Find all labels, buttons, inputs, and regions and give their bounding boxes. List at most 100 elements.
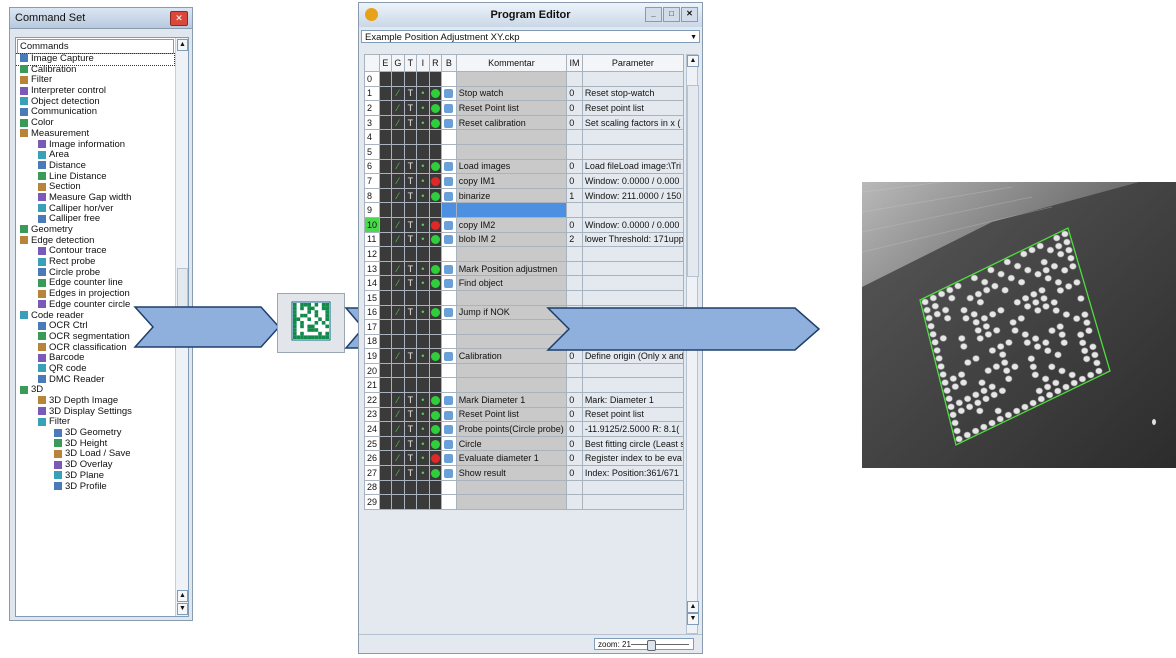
- tree-item[interactable]: Barcode: [16, 352, 174, 364]
- flag-g[interactable]: [391, 377, 405, 394]
- parameter-cell[interactable]: [581, 143, 685, 160]
- row-number[interactable]: 8: [364, 187, 380, 204]
- flag-r[interactable]: [428, 246, 443, 262]
- flag-e[interactable]: [378, 406, 393, 423]
- column-header[interactable]: R: [428, 54, 443, 72]
- flag-r[interactable]: [428, 479, 443, 496]
- parameter-cell[interactable]: -11.9125/2.5000 R: 8.1(: [581, 421, 685, 437]
- flag-t[interactable]: [403, 494, 418, 510]
- im-cell[interactable]: [566, 362, 583, 379]
- flag-t[interactable]: T: [403, 392, 418, 408]
- im-cell[interactable]: 0: [566, 450, 583, 467]
- row-number[interactable]: 22: [364, 392, 380, 408]
- flag-t[interactable]: [403, 143, 418, 160]
- program-row[interactable]: 26 ⁄ T • Evaluate diameter 1 0 Register index …: [364, 450, 685, 467]
- flag-r[interactable]: [428, 231, 443, 248]
- flag-e[interactable]: [378, 435, 393, 452]
- parameter-cell[interactable]: Index: Position:361/671: [581, 465, 685, 481]
- flag-e[interactable]: [378, 85, 393, 102]
- column-header[interactable]: IM: [566, 54, 583, 72]
- program-row[interactable]: 4: [364, 129, 685, 145]
- flag-g[interactable]: ⁄: [391, 392, 405, 408]
- flag-g[interactable]: ⁄: [391, 216, 405, 233]
- program-row[interactable]: 28: [364, 479, 685, 496]
- flag-t[interactable]: [403, 289, 418, 306]
- parameter-cell[interactable]: [581, 362, 685, 379]
- program-row[interactable]: 25 ⁄ T • Circle 0 Best fitting circle (Least s: [364, 435, 685, 452]
- im-cell[interactable]: 0: [566, 216, 583, 233]
- flag-e[interactable]: [378, 289, 393, 306]
- parameter-cell[interactable]: [581, 71, 685, 87]
- row-number[interactable]: 21: [364, 377, 380, 394]
- flag-e[interactable]: [378, 71, 393, 87]
- comment-cell[interactable]: Load images: [455, 158, 568, 175]
- row-number[interactable]: 9: [364, 202, 380, 218]
- flag-r[interactable]: [428, 85, 443, 102]
- column-header[interactable]: G: [391, 54, 405, 72]
- flag-g[interactable]: [391, 202, 405, 218]
- close-icon[interactable]: ✕: [170, 11, 188, 26]
- flag-r[interactable]: [428, 158, 443, 175]
- flag-r[interactable]: [428, 450, 443, 467]
- flag-i[interactable]: [416, 129, 430, 145]
- flag-e[interactable]: [378, 392, 393, 408]
- row-number[interactable]: 14: [364, 275, 380, 291]
- im-cell[interactable]: 0: [566, 114, 583, 131]
- flag-e[interactable]: [378, 421, 393, 437]
- program-row[interactable]: 13 ⁄ T • Mark Position adjustmen: [364, 260, 685, 277]
- im-cell[interactable]: [566, 246, 583, 262]
- flag-g[interactable]: [391, 319, 405, 335]
- flag-t[interactable]: T: [403, 465, 418, 481]
- flag-r[interactable]: [428, 319, 443, 335]
- flag-t[interactable]: [403, 71, 418, 87]
- flag-e[interactable]: [378, 275, 393, 291]
- program-row[interactable]: 12: [364, 246, 685, 262]
- parameter-cell[interactable]: Window: 0.0000 / 0.000: [581, 173, 685, 189]
- im-cell[interactable]: 0: [566, 421, 583, 437]
- comment-cell[interactable]: [455, 202, 568, 218]
- flag-r[interactable]: [428, 362, 443, 379]
- comment-cell[interactable]: blob IM 2: [455, 231, 568, 248]
- flag-r[interactable]: [428, 333, 443, 350]
- column-header[interactable]: B: [441, 54, 457, 72]
- flag-t[interactable]: [403, 246, 418, 262]
- parameter-cell[interactable]: [581, 494, 685, 510]
- im-cell[interactable]: 0: [566, 158, 583, 175]
- flag-i[interactable]: •: [416, 421, 430, 437]
- scroll-down-icon[interactable]: ▼: [687, 613, 699, 625]
- row-number[interactable]: 6: [364, 158, 380, 175]
- im-cell[interactable]: [566, 129, 583, 145]
- flag-i[interactable]: •: [416, 216, 430, 233]
- parameter-cell[interactable]: Load fileLoad image:\Tri: [581, 158, 685, 175]
- flag-e[interactable]: [378, 187, 393, 204]
- parameter-cell[interactable]: Reset stop-watch: [581, 85, 685, 102]
- comment-cell[interactable]: copy IM2: [455, 216, 568, 233]
- flag-g[interactable]: ⁄: [391, 260, 405, 277]
- flag-r[interactable]: [428, 289, 443, 306]
- flag-g[interactable]: ⁄: [391, 275, 405, 291]
- flag-e[interactable]: [378, 129, 393, 145]
- comment-cell[interactable]: [455, 246, 568, 262]
- flag-i[interactable]: [416, 71, 430, 87]
- parameter-cell[interactable]: Mark: Diameter 1: [581, 392, 685, 408]
- comment-cell[interactable]: [455, 362, 568, 379]
- program-row[interactable]: 6 ⁄ T • Load images 0 Load fileLoad image:\Tri: [364, 158, 685, 175]
- flag-e[interactable]: [378, 465, 393, 481]
- parameter-cell[interactable]: Window: 211.0000 / 150: [581, 187, 685, 204]
- dropdown-arrow-icon[interactable]: ▼: [690, 31, 697, 44]
- flag-t[interactable]: [403, 362, 418, 379]
- program-row[interactable]: 0: [364, 71, 685, 87]
- flag-i[interactable]: •: [416, 173, 430, 189]
- scroll-up-icon[interactable]: ▲: [687, 55, 699, 67]
- flag-i[interactable]: [416, 289, 430, 306]
- flag-i[interactable]: •: [416, 435, 430, 452]
- flag-i[interactable]: [416, 202, 430, 218]
- flag-r[interactable]: [428, 275, 443, 291]
- flag-e[interactable]: [378, 494, 393, 510]
- comment-cell[interactable]: [455, 377, 568, 394]
- flag-t[interactable]: T: [403, 231, 418, 248]
- program-row[interactable]: 11 ⁄ T • blob IM 2 2 lower Threshold: 171upp: [364, 231, 685, 248]
- flag-r[interactable]: [428, 187, 443, 204]
- row-number[interactable]: 20: [364, 362, 380, 379]
- command-set-titlebar[interactable]: Command Set ✕: [10, 8, 192, 29]
